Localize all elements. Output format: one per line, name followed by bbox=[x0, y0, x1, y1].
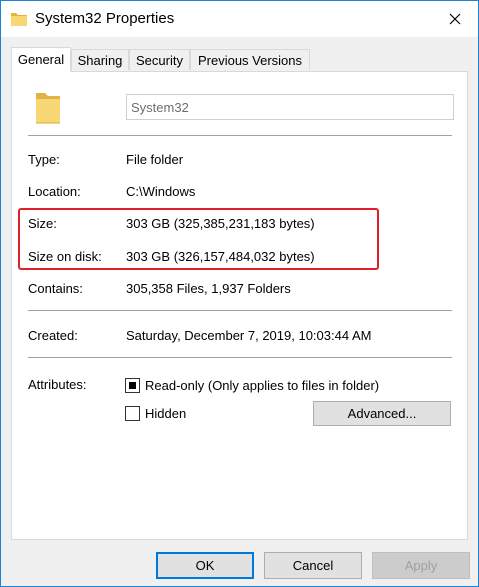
folder-icon bbox=[36, 93, 60, 124]
location-label: Location: bbox=[28, 184, 81, 199]
type-value: File folder bbox=[126, 152, 184, 167]
properties-window: System32 Properties General Sharing Secu… bbox=[0, 0, 479, 587]
divider bbox=[28, 357, 452, 358]
ok-button[interactable]: OK bbox=[156, 552, 254, 579]
contains-label: Contains: bbox=[28, 281, 83, 296]
hidden-checkbox[interactable] bbox=[125, 406, 140, 421]
hidden-label[interactable]: Hidden bbox=[145, 406, 186, 421]
tab-previous-versions[interactable]: Previous Versions bbox=[190, 49, 310, 70]
general-panel: Type: File folder Location: C:\Windows S… bbox=[11, 71, 468, 540]
tab-security[interactable]: Security bbox=[129, 49, 190, 70]
size-on-disk-label: Size on disk: bbox=[28, 249, 102, 264]
indeterminate-mark bbox=[129, 382, 136, 389]
created-value: Saturday, December 7, 2019, 10:03:44 AM bbox=[126, 328, 372, 343]
divider bbox=[28, 135, 452, 136]
size-value: 303 GB (325,385,231,183 bytes) bbox=[126, 216, 315, 231]
tab-general[interactable]: General bbox=[11, 47, 71, 72]
close-icon bbox=[449, 13, 461, 25]
close-button[interactable] bbox=[432, 1, 478, 37]
created-label: Created: bbox=[28, 328, 78, 343]
contains-value: 305,358 Files, 1,937 Folders bbox=[126, 281, 291, 296]
attributes-label: Attributes: bbox=[28, 377, 87, 392]
folder-name-field[interactable] bbox=[126, 94, 454, 120]
tab-sharing[interactable]: Sharing bbox=[71, 49, 129, 70]
window-title: System32 Properties bbox=[35, 10, 175, 27]
readonly-label[interactable]: Read-only (Only applies to files in fold… bbox=[145, 378, 379, 393]
advanced-button[interactable]: Advanced... bbox=[313, 401, 451, 426]
divider bbox=[28, 310, 452, 311]
readonly-checkbox[interactable] bbox=[125, 378, 140, 393]
type-label: Type: bbox=[28, 152, 60, 167]
size-label: Size: bbox=[28, 216, 57, 231]
size-on-disk-value: 303 GB (326,157,484,032 bytes) bbox=[126, 249, 315, 264]
apply-button[interactable]: Apply bbox=[372, 552, 470, 579]
title-bar[interactable]: System32 Properties bbox=[1, 1, 478, 37]
folder-icon bbox=[11, 13, 27, 26]
cancel-button[interactable]: Cancel bbox=[264, 552, 362, 579]
location-value: C:\Windows bbox=[126, 184, 196, 199]
